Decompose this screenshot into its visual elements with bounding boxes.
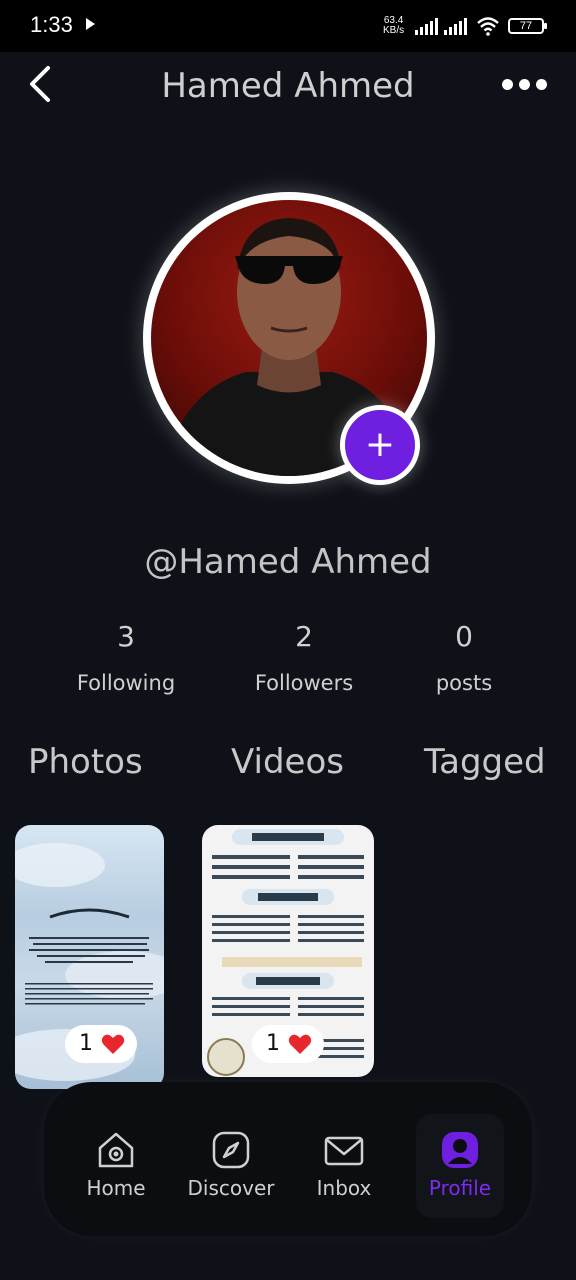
tab-tagged[interactable]: Tagged: [424, 742, 546, 782]
profile-icon: [442, 1132, 478, 1168]
network-speed-unit: KB/s: [383, 25, 405, 36]
stat-value: 2: [295, 620, 313, 653]
page-title: Hamed Ahmed: [161, 66, 415, 106]
like-count-value: 1: [79, 1031, 93, 1056]
nav-discover[interactable]: Discover: [181, 1130, 281, 1200]
network-speed: 63.4 KB/s: [383, 16, 404, 36]
nav-profile[interactable]: Profile: [416, 1114, 504, 1218]
tab-videos[interactable]: Videos: [231, 742, 344, 782]
nav-inbox[interactable]: Inbox: [294, 1130, 394, 1200]
status-bar: 1:33 63.4 KB/s 77: [0, 0, 576, 52]
stat-followers[interactable]: 2 Followers: [224, 620, 384, 695]
stat-value: 0: [455, 620, 473, 653]
stat-label: posts: [435, 671, 493, 695]
nav-label: Inbox: [316, 1176, 372, 1200]
nav-label: Profile: [428, 1176, 492, 1200]
compass-icon: [212, 1131, 250, 1169]
nav-label: Discover: [187, 1176, 275, 1200]
signal-icon-2: [444, 18, 467, 35]
heart-icon: [288, 1034, 312, 1054]
heart-icon: [101, 1034, 125, 1054]
nav-home[interactable]: Home: [66, 1130, 166, 1200]
media-play-icon: [86, 18, 95, 30]
more-options-icon[interactable]: [498, 76, 550, 92]
like-count[interactable]: 1: [65, 1025, 137, 1063]
tab-photos[interactable]: Photos: [28, 742, 143, 782]
profile-handle: @Hamed Ahmed: [144, 542, 432, 582]
bottom-nav: Home Discover Inbox Profile: [44, 1082, 532, 1236]
stat-value: 3: [117, 620, 135, 653]
like-count[interactable]: 1: [252, 1025, 324, 1063]
battery-icon: 77: [508, 18, 547, 34]
stat-posts[interactable]: 0 posts: [384, 620, 544, 695]
add-photo-button[interactable]: +: [340, 405, 420, 485]
nav-label: Home: [86, 1176, 146, 1200]
stat-label: Following: [76, 671, 176, 695]
profile-screen: Hamed Ahmed + @Hamed Ahmed 3 Following 2…: [0, 52, 576, 1280]
wifi-icon: [477, 17, 499, 36]
mail-icon: [324, 1136, 364, 1166]
stat-label: Followers: [254, 671, 354, 695]
like-count-value: 1: [266, 1031, 280, 1056]
home-icon: [98, 1132, 134, 1168]
post-thumbnail[interactable]: 1: [15, 825, 164, 1089]
signal-icon: [415, 18, 438, 35]
plus-icon: +: [364, 424, 396, 465]
status-time: 1:33: [30, 12, 73, 37]
stat-following[interactable]: 3 Following: [46, 620, 206, 695]
post-thumbnail[interactable]: 1: [202, 825, 374, 1077]
